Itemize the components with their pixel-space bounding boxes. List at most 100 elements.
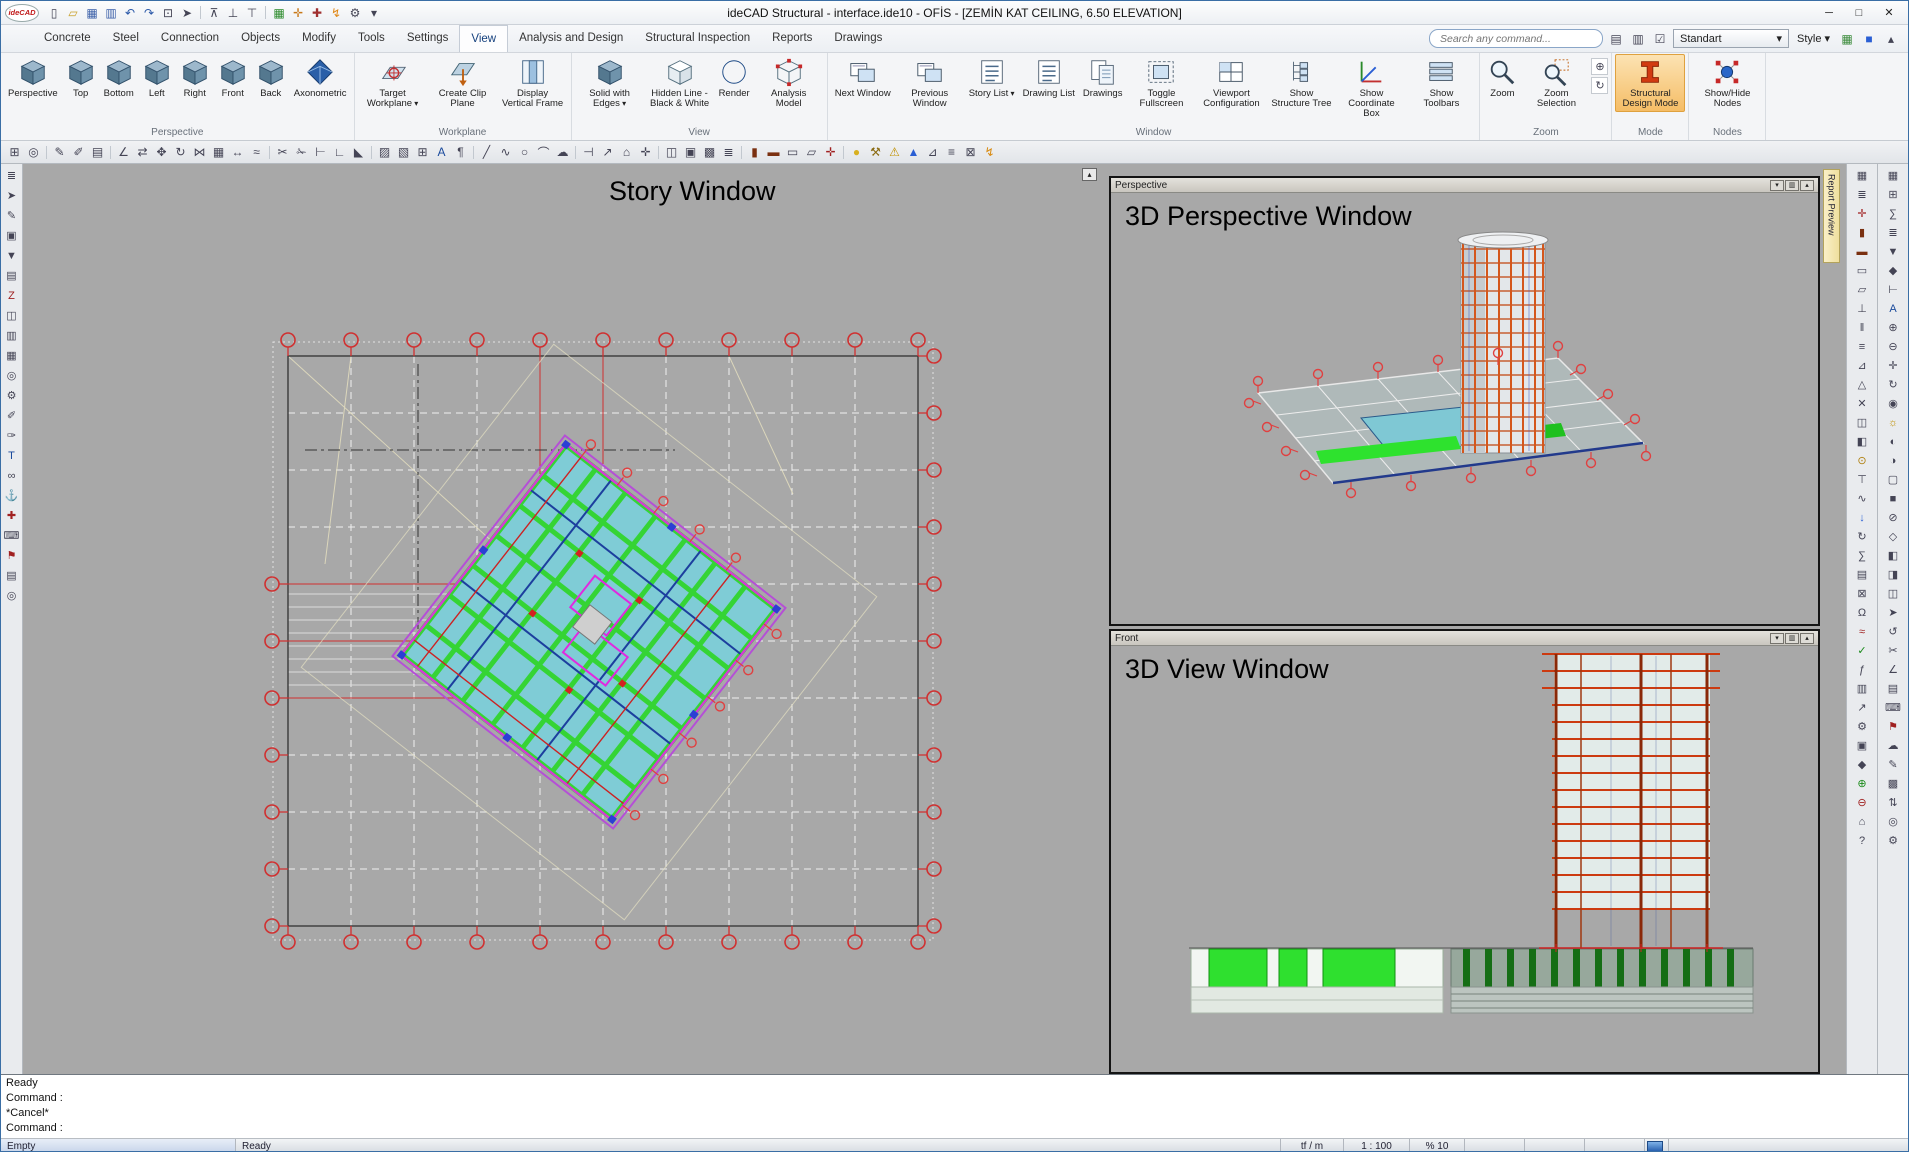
remove-icon[interactable]: ⊖	[1853, 793, 1872, 812]
spring-tool-icon[interactable]: ∿	[1853, 489, 1872, 508]
dimension-tool-icon[interactable]: ⊢	[1884, 280, 1903, 299]
next-window-button[interactable]: Next Window	[831, 54, 895, 102]
library-icon[interactable]: ▦	[2, 346, 21, 365]
material-icon[interactable]: Ω	[1853, 603, 1872, 622]
stairs-icon[interactable]: ≡	[942, 143, 961, 162]
mesh-tool-icon[interactable]: ▤	[1853, 565, 1872, 584]
axis-icon[interactable]: ✛	[821, 143, 840, 162]
freehand-icon[interactable]: ✐	[69, 143, 88, 162]
trim-icon[interactable]: ✁	[292, 143, 311, 162]
front-view-icon[interactable]: ◧	[1884, 546, 1903, 565]
plate-tool-icon[interactable]: ◫	[1853, 413, 1872, 432]
qat-more-icon[interactable]: ▾	[365, 4, 383, 22]
slab-tool-icon[interactable]: ▱	[1853, 280, 1872, 299]
paste-icon[interactable]: ▥	[2, 326, 21, 345]
help-icon[interactable]: ?	[1853, 831, 1872, 850]
story-collapse-button[interactable]: ▴	[1082, 168, 1097, 181]
story-plan-canvas[interactable]	[23, 164, 1105, 1074]
show-coordinate-box-button[interactable]: Show Coordinate Box	[1336, 54, 1406, 122]
up-blue-icon[interactable]: ▲	[904, 143, 923, 162]
standart-combobox[interactable]: Standart ▾	[1673, 29, 1789, 48]
pan-tool-icon[interactable]: ✛	[1884, 356, 1903, 375]
polyline-icon[interactable]: ∿	[496, 143, 515, 162]
tab-objects[interactable]: Objects	[230, 25, 291, 52]
select-arrow-icon[interactable]: ➤	[2, 186, 21, 205]
anchor-icon[interactable]: ⚓	[2, 486, 21, 505]
tab-concrete[interactable]: Concrete	[33, 25, 102, 52]
block-icon[interactable]: ◫	[662, 143, 681, 162]
find-icon[interactable]: ◎	[1884, 812, 1903, 831]
cloud-icon[interactable]: ☁	[553, 143, 572, 162]
move-icon[interactable]: ✥	[152, 143, 171, 162]
offset-icon[interactable]: ≈	[247, 143, 266, 162]
solid-view-icon[interactable]: ■	[1884, 489, 1903, 508]
text-icon[interactable]: A	[432, 143, 451, 162]
lightning-icon[interactable]: ↯	[980, 143, 999, 162]
text-tool-icon[interactable]: T	[2, 446, 21, 465]
brace-tool-icon[interactable]: ✕	[1853, 394, 1872, 413]
magnify-icon[interactable]: ◎	[2, 366, 21, 385]
front-view-button[interactable]: Front	[214, 54, 252, 102]
save-icon[interactable]: ▦	[83, 4, 101, 22]
scissors-icon[interactable]: ✂	[273, 143, 292, 162]
gears-icon[interactable]: ⚙	[2, 386, 21, 405]
dimension-icon[interactable]: ⊣	[579, 143, 598, 162]
viewport-collapse-icon[interactable]: ▴	[1800, 633, 1814, 644]
open-folder-icon[interactable]: ▱	[64, 4, 82, 22]
back-view-button[interactable]: Back	[252, 54, 290, 102]
triangle-tool-icon[interactable]: ⊿	[923, 143, 942, 162]
tab-view[interactable]: View	[459, 25, 508, 52]
front-viewport[interactable]: Front ▾ ▥ ▴	[1109, 629, 1820, 1074]
perspective-view-button[interactable]: Perspective	[4, 54, 62, 102]
viewport-menu-icon[interactable]: ▾	[1770, 180, 1784, 191]
print-layout-icon[interactable]: ▤	[1884, 679, 1903, 698]
zoom-out-icon[interactable]: ⊖	[1884, 337, 1903, 356]
walk-icon[interactable]: ➤	[1884, 603, 1903, 622]
shade-view-icon[interactable]: ◑	[1884, 451, 1903, 470]
style-dropdown[interactable]: Style ▾	[1793, 32, 1834, 45]
blue-swatch-icon[interactable]: ■	[1860, 30, 1878, 48]
beam-tool-icon[interactable]: ▬	[1853, 242, 1872, 261]
load-tool-icon[interactable]: ↓	[1853, 508, 1872, 527]
structural-design-mode-button[interactable]: Structural Design Mode	[1615, 54, 1685, 112]
pin-icon[interactable]: ✚	[2, 506, 21, 525]
section-tool-icon[interactable]: ⊠	[1853, 584, 1872, 603]
selection-set-icon[interactable]: ⊡	[159, 4, 177, 22]
clip-icon[interactable]: ✂	[1884, 641, 1903, 660]
app-logo[interactable]: ideCAD	[5, 4, 39, 22]
node-ball-icon[interactable]: ●	[847, 143, 866, 162]
angle-icon[interactable]: ∠	[114, 143, 133, 162]
show-structure-tree-button[interactable]: Show Structure Tree	[1266, 54, 1336, 112]
drawing-list-button[interactable]: Drawing List	[1019, 54, 1079, 102]
perspective-viewport-titlebar[interactable]: Perspective ▾ ▥ ▴	[1111, 178, 1818, 193]
beam-icon[interactable]: ▬	[764, 143, 783, 162]
orbit-icon[interactable]: ↺	[1884, 622, 1903, 641]
copy-icon[interactable]: ◫	[2, 306, 21, 325]
tab-reports[interactable]: Reports	[761, 25, 823, 52]
document-icon[interactable]: ▤	[2, 266, 21, 285]
zorder-icon[interactable]: Z	[2, 286, 21, 305]
status-units[interactable]: tf / m	[1281, 1139, 1344, 1152]
status-scale[interactable]: 1 : 100	[1344, 1139, 1410, 1152]
snap-toggle-icon[interactable]: ↯	[327, 4, 345, 22]
keyboard-icon[interactable]: ⌨	[2, 526, 21, 545]
collapse-ribbon-icon[interactable]: ▴	[1882, 30, 1900, 48]
foundation-tool-icon[interactable]: ⊥	[1853, 299, 1872, 318]
line-icon[interactable]: ╱	[477, 143, 496, 162]
move-top-icon[interactable]: ⊼	[205, 4, 223, 22]
filter-icon[interactable]: ▼	[2, 246, 21, 265]
hatch-icon[interactable]: ▨	[375, 143, 394, 162]
combination-icon[interactable]: ∑	[1853, 546, 1872, 565]
home-view-icon[interactable]: ⌂	[1853, 812, 1872, 831]
zoom-selection-button[interactable]: Zoom Selection	[1521, 54, 1591, 112]
snap-icon[interactable]: ◆	[1853, 755, 1872, 774]
swap-icon[interactable]: ⇄	[133, 143, 152, 162]
tab-structural-inspection[interactable]: Structural Inspection	[634, 25, 761, 52]
add-icon[interactable]: ⊕	[1853, 774, 1872, 793]
create-clip-plane-button[interactable]: Create Clip Plane	[428, 54, 498, 112]
rotate-icon[interactable]: ↻	[171, 143, 190, 162]
show-hide-nodes-button[interactable]: Show/Hide Nodes	[1692, 54, 1762, 112]
tag-icon[interactable]: ◆	[1884, 261, 1903, 280]
annotate-icon[interactable]: ✎	[1884, 755, 1903, 774]
command-list-icon[interactable]: ≣	[2, 166, 21, 185]
